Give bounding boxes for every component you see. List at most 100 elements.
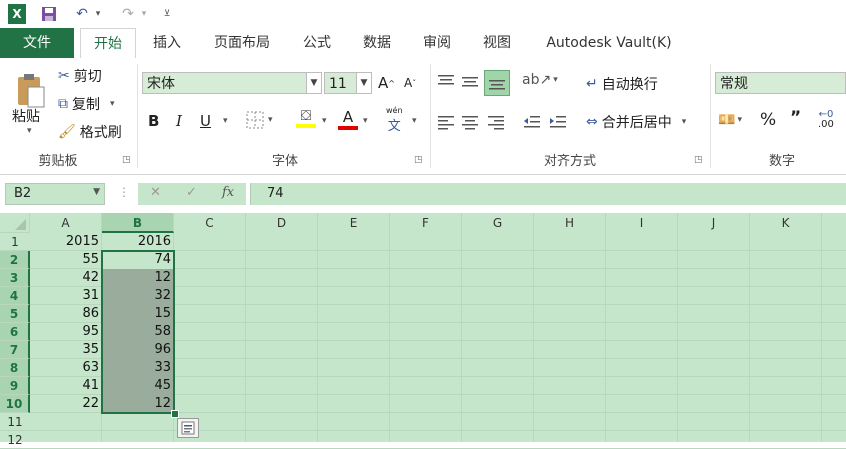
underline-dropdown-icon[interactable]: ▾ [223, 116, 228, 126]
cell-b1[interactable]: 2016 [102, 233, 174, 251]
insert-function-icon[interactable]: fx [222, 185, 234, 200]
wrap-text-button[interactable]: ↵ 自动换行 [586, 74, 658, 94]
row-header-7[interactable]: 7 [0, 341, 30, 359]
font-color-dropdown-icon[interactable]: ▾ [363, 116, 368, 126]
row-header-1[interactable]: 1 [0, 233, 30, 251]
column-header-k[interactable]: K [750, 213, 822, 233]
cell-a10[interactable]: 22 [30, 395, 102, 413]
column-header-d[interactable]: D [246, 213, 318, 233]
row-header-5[interactable]: 5 [0, 305, 30, 323]
row-header-9[interactable]: 9 [0, 377, 30, 395]
font-launcher-icon[interactable]: ◳ [414, 155, 423, 165]
orientation-button[interactable]: ab↗ ▾ [522, 72, 558, 88]
quick-analysis-icon[interactable] [177, 418, 199, 438]
tab-home[interactable]: 开始 [80, 28, 136, 60]
decrease-indent-button[interactable] [522, 112, 542, 132]
alignment-launcher-icon[interactable]: ◳ [694, 155, 703, 165]
tab-formulas[interactable]: 公式 [294, 28, 340, 58]
percent-button[interactable]: % [760, 110, 776, 130]
increase-indent-button[interactable] [548, 112, 568, 132]
fill-handle[interactable] [171, 410, 179, 418]
accounting-dropdown-icon[interactable]: ▾ [737, 115, 742, 125]
comma-style-button[interactable]: ” [790, 108, 801, 128]
copy-button[interactable]: ⧉ 复制 ▾ [58, 94, 115, 114]
column-header-g[interactable]: G [462, 213, 534, 233]
column-header-a[interactable]: A [30, 213, 102, 233]
select-all-corner[interactable] [0, 213, 30, 233]
row-header-11[interactable]: 11 [0, 413, 30, 431]
font-size-dropdown-icon[interactable]: ▼ [356, 73, 371, 93]
cancel-edit-icon[interactable]: ✕ [150, 185, 161, 200]
paste-dropdown-icon[interactable]: ▾ [27, 126, 32, 136]
align-right-button[interactable] [486, 112, 506, 132]
align-center-button[interactable] [460, 112, 480, 132]
number-format-combo[interactable]: 常规 [715, 72, 846, 94]
formula-input[interactable]: 74 [250, 183, 846, 205]
tab-review[interactable]: 审阅 [414, 28, 460, 58]
row-header-8[interactable]: 8 [0, 359, 30, 377]
italic-button[interactable]: I [176, 112, 182, 130]
cut-button[interactable]: ✂ 剪切 [58, 66, 102, 86]
save-icon[interactable] [40, 4, 58, 24]
row-header-10[interactable]: 10 [0, 395, 30, 413]
fill-color-dropdown-icon[interactable]: ▾ [322, 116, 327, 126]
borders-dropdown-icon[interactable]: ▾ [268, 115, 273, 125]
undo-dropdown-icon[interactable]: ▾ [92, 4, 104, 24]
tab-autodesk-vault[interactable]: Autodesk Vault(K) [536, 28, 682, 58]
cell-a1[interactable]: 2015 [30, 233, 102, 251]
align-top-button[interactable] [436, 72, 456, 92]
row-header-3[interactable]: 3 [0, 269, 30, 287]
name-box[interactable]: B2 ▼ [5, 183, 105, 205]
name-box-dropdown-icon[interactable]: ▼ [93, 187, 100, 197]
align-bottom-button[interactable] [484, 70, 510, 96]
undo-icon[interactable]: ↶ [72, 4, 92, 24]
cell-a3[interactable]: 42 [30, 269, 102, 287]
clipboard-launcher-icon[interactable]: ◳ [122, 155, 131, 165]
column-header-h[interactable]: H [534, 213, 606, 233]
shrink-font-button[interactable]: Aˇ [404, 76, 416, 90]
row-header-12[interactable]: 12 [0, 431, 30, 449]
confirm-edit-icon[interactable]: ✓ [186, 185, 197, 200]
column-header-i[interactable]: I [606, 213, 678, 233]
customize-qat-icon[interactable]: ⊻ [160, 4, 174, 24]
redo-icon[interactable]: ↷ [118, 4, 138, 24]
cell-a2[interactable]: 55 [30, 251, 102, 269]
column-header-f[interactable]: F [390, 213, 462, 233]
cell-a8[interactable]: 63 [30, 359, 102, 377]
tab-data[interactable]: 数据 [354, 28, 400, 58]
underline-button[interactable]: U [200, 112, 211, 130]
align-middle-button[interactable] [460, 72, 480, 92]
tab-view[interactable]: 视图 [474, 28, 520, 58]
bold-button[interactable]: B [148, 112, 159, 130]
fill-color-button[interactable]: ⛋ [296, 108, 316, 128]
row-header-6[interactable]: 6 [0, 323, 30, 341]
orientation-dropdown-icon[interactable]: ▾ [553, 75, 558, 85]
grow-font-button[interactable]: A ^ [378, 74, 395, 92]
cell-a7[interactable]: 35 [30, 341, 102, 359]
cell-a9[interactable]: 41 [30, 377, 102, 395]
merge-dropdown-icon[interactable]: ▾ [682, 117, 687, 127]
font-color-button[interactable]: A [338, 108, 358, 130]
redo-dropdown-icon[interactable]: ▾ [138, 4, 150, 24]
worksheet-grid[interactable]: ABCDEFGHIJK 1 2 3 4 5 6 7 8 9 10 11 12 2015 55 42 31 86… [0, 213, 846, 449]
increase-decimal-button[interactable]: ←0 .00 [818, 110, 834, 130]
font-name-combo[interactable]: 宋体 ▼ [142, 72, 322, 94]
column-header-b[interactable]: B [102, 213, 174, 233]
row-header-2[interactable]: 2 [0, 251, 30, 269]
tab-file[interactable]: 文件 [0, 28, 74, 58]
row-header-4[interactable]: 4 [0, 287, 30, 305]
copy-dropdown-icon[interactable]: ▾ [110, 99, 115, 109]
font-name-dropdown-icon[interactable]: ▼ [306, 73, 321, 93]
cell-a6[interactable]: 95 [30, 323, 102, 341]
cell-a4[interactable]: 31 [30, 287, 102, 305]
tab-insert[interactable]: 插入 [140, 28, 194, 58]
paste-button[interactable]: 粘贴 [12, 106, 40, 126]
font-size-combo[interactable]: 11 ▼ [324, 72, 372, 94]
column-header-j[interactable]: J [678, 213, 750, 233]
cell-a5[interactable]: 86 [30, 305, 102, 323]
align-left-button[interactable] [436, 112, 456, 132]
accounting-format-button[interactable]: 💴 ▾ [718, 112, 742, 128]
column-header-c[interactable]: C [174, 213, 246, 233]
format-painter-button[interactable]: 🖌 格式刷 [58, 122, 122, 142]
column-header-e[interactable]: E [318, 213, 390, 233]
